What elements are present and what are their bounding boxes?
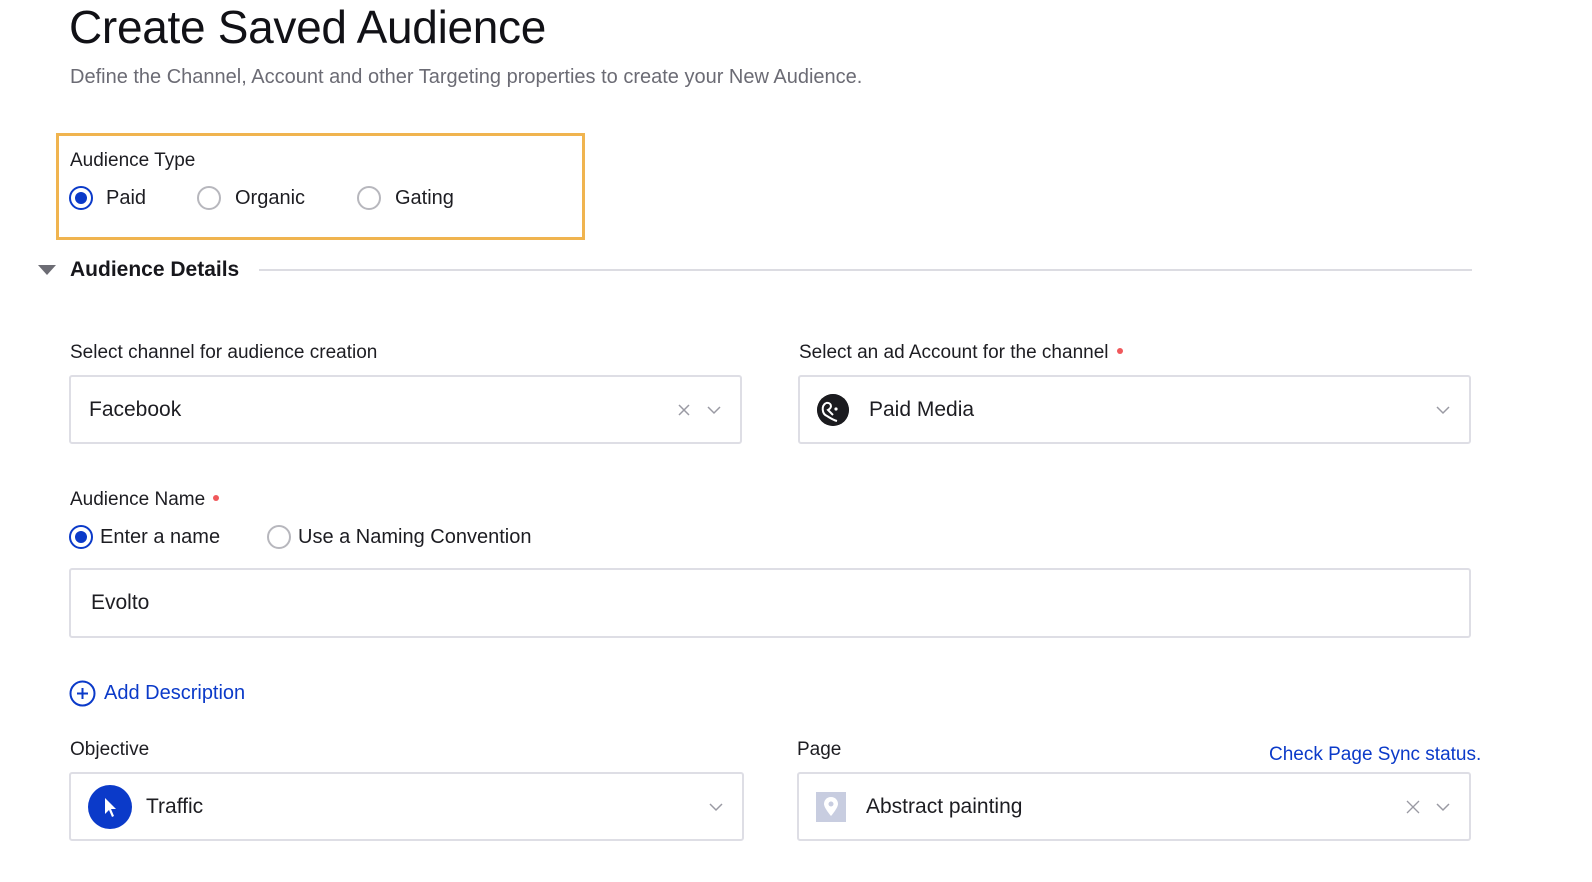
- radio-checked-icon[interactable]: [69, 525, 93, 549]
- radio-unchecked-icon[interactable]: [357, 186, 381, 210]
- add-description-link[interactable]: Add Description: [69, 680, 245, 707]
- chevron-down-icon[interactable]: [708, 799, 724, 815]
- account-avatar-icon: [817, 393, 849, 426]
- enter-name-radio[interactable]: Enter a name: [69, 525, 220, 549]
- audience-type-organic-label: Organic: [235, 187, 306, 209]
- radio-unchecked-icon[interactable]: [267, 525, 291, 549]
- audience-type-label: Audience Type: [70, 150, 196, 171]
- channel-value: Facebook: [89, 397, 182, 421]
- page-select[interactable]: Abstract painting: [797, 772, 1471, 841]
- required-indicator: [213, 494, 220, 501]
- objective-label: Objective: [70, 739, 150, 760]
- audience-details-section-header[interactable]: Audience Details: [38, 256, 1472, 284]
- ad-account-value: Paid Media: [869, 397, 975, 421]
- required-indicator: [1116, 347, 1123, 354]
- ad-account-label-text: Select an ad Account for the channel: [799, 342, 1109, 363]
- objective-value: Traffic: [146, 794, 204, 818]
- page-label: Page: [797, 739, 842, 760]
- channel-label: Select channel for audience creation: [70, 342, 378, 363]
- audience-type-paid-radio[interactable]: Paid: [69, 186, 146, 210]
- audience-type-gating-radio[interactable]: Gating: [357, 186, 454, 210]
- close-icon[interactable]: [1405, 799, 1421, 815]
- naming-convention-label: Use a Naming Convention: [298, 526, 532, 548]
- audience-name-label: Audience Name: [70, 488, 220, 512]
- ad-account-label: Select an ad Account for the channel: [799, 341, 1123, 365]
- channel-select[interactable]: Facebook: [69, 375, 742, 444]
- chevron-down-icon[interactable]: [706, 402, 722, 418]
- collapse-triangle-icon[interactable]: [38, 265, 56, 275]
- chevron-down-icon[interactable]: [1435, 402, 1451, 418]
- audience-details-title: Audience Details: [70, 258, 240, 281]
- audience-type-paid-label: Paid: [106, 187, 147, 209]
- objective-select[interactable]: Traffic: [69, 772, 744, 841]
- cursor-icon: [88, 784, 132, 829]
- plus-circle-icon: [69, 680, 96, 707]
- radio-unchecked-icon[interactable]: [197, 186, 221, 210]
- naming-convention-radio[interactable]: Use a Naming Convention: [267, 525, 531, 549]
- chevron-down-icon[interactable]: [1435, 799, 1451, 815]
- radio-checked-icon[interactable]: [69, 186, 93, 210]
- ad-account-select[interactable]: Paid Media: [798, 375, 1471, 444]
- page-title: Create Saved Audience: [69, 1, 547, 53]
- audience-name-input[interactable]: Evolto: [69, 568, 1471, 638]
- check-page-sync-link[interactable]: Check Page Sync status.: [1269, 743, 1481, 767]
- close-icon[interactable]: [676, 402, 692, 418]
- audience-type-organic-radio[interactable]: Organic: [197, 186, 305, 210]
- page-value: Abstract painting: [866, 794, 1023, 818]
- enter-name-label: Enter a name: [100, 526, 221, 548]
- section-divider: [259, 269, 1472, 271]
- add-description-label: Add Description: [104, 682, 246, 704]
- location-pin-icon: [816, 791, 846, 822]
- audience-type-gating-label: Gating: [395, 187, 454, 209]
- page-subtitle: Define the Channel, Account and other Ta…: [70, 66, 863, 88]
- audience-name-label-text: Audience Name: [70, 489, 206, 510]
